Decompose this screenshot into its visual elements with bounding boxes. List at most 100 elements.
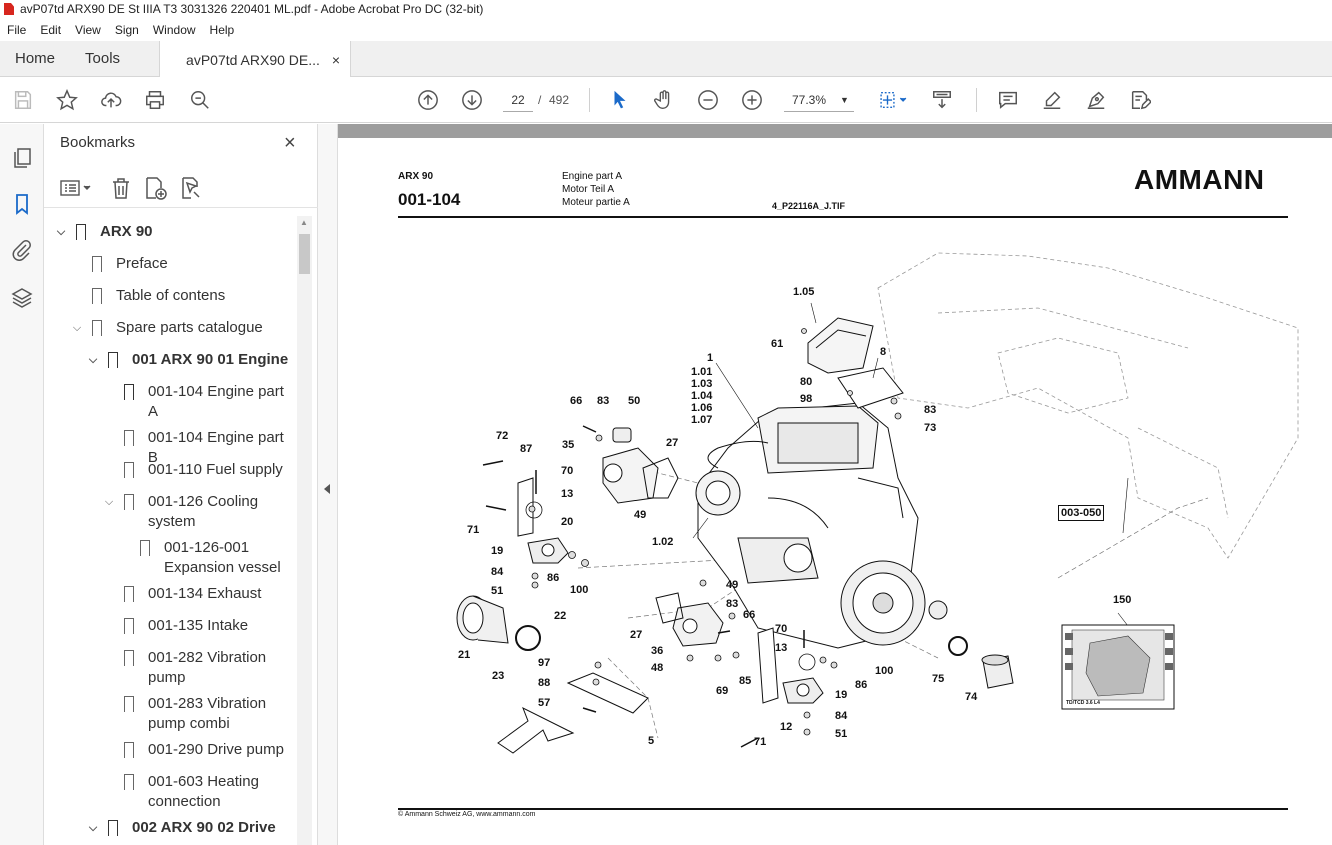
bookmarks-panel-icon[interactable] [10, 192, 34, 216]
select-cursor-icon[interactable] [608, 88, 632, 112]
bookmark-icon [107, 820, 118, 840]
oil-filter-74 [981, 654, 1014, 689]
highlight-pen-icon[interactable] [1040, 88, 1064, 112]
callout: 50 [628, 395, 641, 407]
callout: 35 [562, 439, 575, 451]
bookmarks-title: Bookmarks [60, 134, 136, 151]
callout: 84 [491, 566, 504, 578]
clamp-75 [948, 636, 968, 656]
comment-icon[interactable] [996, 88, 1020, 112]
next-page-icon[interactable] [460, 88, 484, 112]
print-icon[interactable] [143, 88, 167, 112]
chevron-down-icon[interactable]: ⌵ [86, 350, 100, 370]
document-viewer[interactable]: ARX 90 001-104 Engine part A Motor Teil … [338, 124, 1332, 845]
callout: 21 [458, 649, 471, 661]
edit-pdf-icon[interactable] [1128, 88, 1152, 112]
menu-view[interactable]: View [68, 23, 108, 37]
bookmark-label: 001-126 Cooling system [148, 493, 259, 530]
scrollbar-thumb[interactable] [299, 234, 310, 274]
callout: 13 [561, 488, 574, 500]
page-thumbnails-icon[interactable] [10, 146, 34, 170]
menu-sign[interactable]: Sign [108, 23, 146, 37]
bookmark-preface[interactable]: Preface [91, 254, 168, 276]
tab-tools[interactable]: Tools [70, 41, 135, 76]
bookmark-arx90[interactable]: ⌵ ARX 90 [54, 222, 153, 244]
chevron-down-icon: ▼ [840, 94, 849, 105]
callout: 71 [467, 524, 480, 536]
bookmark-001-290[interactable]: 001-290 Drive pump [123, 740, 284, 762]
tab-document[interactable]: avP07td ARX90 DE... × [159, 41, 352, 78]
search-zoom-icon[interactable] [188, 88, 212, 112]
hand-tool-icon[interactable] [652, 88, 676, 112]
callout: 48 [651, 662, 664, 674]
callout: 98 [800, 393, 813, 405]
bookmark-001-engine[interactable]: ⌵ 001 ARX 90 01 Engine [86, 350, 288, 372]
bookmark-001-110[interactable]: 001-110 Fuel supply [123, 460, 283, 482]
chevron-down-icon[interactable]: ⌵ [54, 222, 68, 242]
callout: 36 [651, 645, 664, 657]
bookmark-label: 001-126-001 Expansion vessel [164, 539, 281, 576]
scroll-up-icon[interactable]: ▲ [300, 218, 308, 227]
bookmark-label: 001-603 Heating connection [148, 773, 259, 810]
save-icon[interactable] [11, 88, 35, 112]
previous-page-icon[interactable] [416, 88, 440, 112]
chevron-down-icon[interactable]: ⌵ [86, 818, 100, 838]
menu-window[interactable]: Window [146, 23, 203, 37]
panel-collapse-handle[interactable] [318, 124, 338, 845]
callout: 8 [880, 346, 887, 358]
scroll-mode-icon[interactable] [930, 88, 954, 112]
bookmark-001-104-a[interactable]: 001-104 Engine part A [123, 382, 284, 422]
tab-bar: Home Tools avP07td ARX90 DE... × [0, 41, 1332, 78]
zoom-out-icon[interactable] [696, 88, 720, 112]
chevron-down-icon[interactable]: ⌵ [70, 318, 84, 338]
callout: 70 [775, 623, 788, 635]
bookmark-001-126-001[interactable]: 001-126-001 Expansion vessel [139, 538, 281, 578]
bookmark-001-282[interactable]: 001-282 Vibration pump [123, 648, 266, 688]
bookmark-label: 001-104 Engine part A [148, 383, 284, 420]
bookmark-table-of-contents[interactable]: Table of contens [91, 286, 225, 308]
layers-icon[interactable] [10, 286, 34, 310]
chevron-down-icon[interactable]: ⌵ [102, 492, 116, 512]
bookmark-icon [123, 742, 134, 762]
bookmark-spare-parts-catalogue[interactable]: ⌵ Spare parts catalogue [70, 318, 263, 340]
bookmark-001-283[interactable]: 001-283 Vibration pump combi [123, 694, 267, 734]
bookmark-label: 001-135 Intake [148, 617, 249, 634]
callout: 70 [561, 465, 574, 477]
page-number-input[interactable] [503, 88, 533, 112]
fit-page-icon[interactable] [876, 88, 910, 112]
bookmark-icon [91, 288, 102, 308]
find-bookmark-icon[interactable] [180, 176, 204, 200]
bookmark-icon [123, 494, 134, 514]
callout: 83 [924, 404, 937, 416]
bookmark-002-drive[interactable]: ⌵ 002 ARX 90 02 Drive [86, 818, 276, 840]
bookmark-001-135[interactable]: 001-135 Intake [123, 616, 249, 638]
attachments-icon[interactable] [10, 238, 34, 262]
delete-bookmark-icon[interactable] [110, 176, 132, 200]
new-bookmark-icon[interactable] [144, 176, 168, 200]
tab-home[interactable]: Home [0, 41, 70, 76]
menu-help[interactable]: Help [203, 23, 242, 37]
star-icon[interactable] [55, 88, 79, 112]
bookmark-options-icon[interactable] [60, 178, 94, 198]
bookmark-001-603[interactable]: 001-603 Heating connection [123, 772, 259, 812]
bookmark-001-126[interactable]: ⌵ 001-126 Cooling system [102, 492, 258, 532]
bookmark-label: 001-283 Vibration pump combi [148, 695, 267, 732]
draw-sign-icon[interactable] [1084, 88, 1108, 112]
bookmark-001-134[interactable]: 001-134 Exhaust [123, 584, 261, 606]
close-panel-icon[interactable]: × [284, 132, 296, 155]
menu-file[interactable]: File [0, 23, 33, 37]
zoom-in-icon[interactable] [740, 88, 764, 112]
bookmarks-scrollbar[interactable]: ▲ [297, 216, 312, 845]
bookmark-label: ARX 90 [100, 223, 153, 240]
zoom-level-dropdown[interactable]: 77.3% ▼ [784, 88, 854, 112]
close-tab-icon[interactable]: × [332, 52, 340, 68]
callout: 23 [492, 670, 505, 682]
bookmark-icon [123, 774, 134, 794]
ecu-module [807, 317, 874, 374]
direction-arrow [497, 706, 575, 754]
callout: 83 [597, 395, 610, 407]
pump-36 [672, 602, 724, 647]
upload-cloud-icon[interactable] [99, 88, 123, 112]
menu-edit[interactable]: Edit [33, 23, 68, 37]
bookmark-icon [107, 352, 118, 372]
